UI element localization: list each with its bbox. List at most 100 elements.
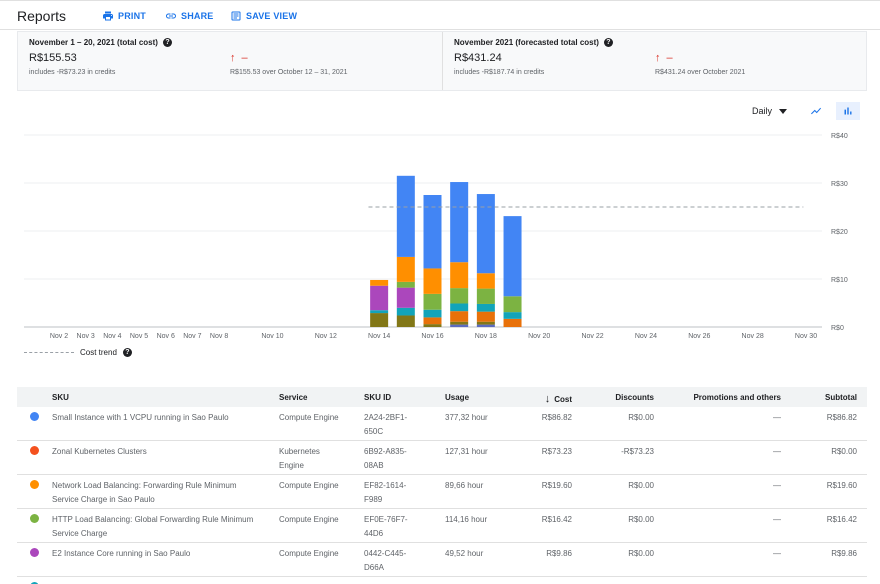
cell-sku: E2 Instance Core running in Sao Paulo — [52, 549, 191, 558]
col-promotions[interactable]: Promotions and others — [693, 393, 781, 402]
series-color-dot — [30, 548, 39, 557]
bar-segment — [476, 303, 495, 312]
report-header: Reports PRINT SHARE SAVE VIEW — [0, 0, 880, 30]
cell-promotions: — — [773, 549, 781, 558]
x-tick-label: Nov 7 — [183, 333, 201, 340]
forecast-cost-card: November 2021 (forecasted total cost) ? … — [443, 32, 867, 90]
cell-promotions: — — [773, 481, 781, 490]
total-cost-value: R$155.53 — [29, 52, 77, 64]
bar-segment — [450, 303, 469, 312]
y-tick-label: R$0 — [831, 325, 844, 332]
forecast-cost-credits: includes -R$187.74 in credits — [454, 69, 545, 76]
col-cost-label: Cost — [554, 394, 572, 404]
cell-promotions: — — [773, 447, 781, 456]
cost-summary: November 1 – 20, 2021 (total cost) ? R$1… — [17, 31, 867, 91]
bar-segment — [503, 216, 522, 297]
cell-usage: 89,66 hour — [445, 481, 484, 490]
bar-chart-icon — [844, 107, 852, 115]
cell-usage: 114,16 hour — [445, 515, 488, 524]
table-row[interactable]: Storage PD Capacity in Sao PauloComputeD… — [17, 577, 867, 584]
bar-segment — [450, 311, 469, 322]
col-subtotal[interactable]: Subtotal — [825, 393, 857, 402]
y-tick-label: R$10 — [831, 277, 848, 284]
x-tick-label: Nov 14 — [368, 333, 390, 340]
col-sku[interactable]: SKU — [52, 393, 262, 402]
y-tick-label: R$20 — [831, 229, 848, 236]
bar-segment — [370, 279, 389, 286]
series-color-dot — [30, 412, 39, 421]
cell-cost: R$9.86 — [546, 549, 572, 558]
x-tick-label: Nov 26 — [688, 333, 710, 340]
total-cost-card: November 1 – 20, 2021 (total cost) ? R$1… — [18, 32, 443, 90]
dashed-line-icon — [24, 352, 74, 353]
forecast-cost-label-text: November 2021 (forecasted total cost) — [454, 38, 599, 47]
bar-segment — [450, 324, 469, 327]
cell-service: Kubernetes Engine — [279, 447, 320, 470]
cell-discounts: R$0.00 — [628, 481, 654, 490]
x-tick-label: Nov 10 — [261, 333, 283, 340]
help-icon[interactable]: ? — [162, 38, 172, 47]
series-color-dot — [30, 480, 39, 489]
cell-sku-id: 6B92-A835-08AB — [364, 447, 407, 470]
col-cost[interactable]: ↓ Cost — [545, 393, 572, 405]
print-button[interactable]: PRINT — [102, 10, 146, 22]
cost-trend-label: Cost trend — [80, 348, 117, 357]
bar-segment — [396, 256, 415, 282]
bar-segment — [450, 288, 469, 304]
page-title: Reports — [17, 8, 67, 24]
bar-segment — [476, 273, 495, 289]
x-tick-label: Nov 5 — [130, 333, 148, 340]
col-service[interactable]: Service — [279, 393, 339, 402]
bar-segment — [423, 195, 442, 269]
cell-sku: HTTP Load Balancing: Global Forwarding R… — [52, 515, 254, 538]
col-usage[interactable]: Usage — [445, 393, 469, 402]
bar-segment — [503, 312, 522, 319]
help-icon[interactable]: ? — [122, 348, 132, 357]
x-tick-label: Nov 20 — [528, 333, 550, 340]
cell-usage: 377,32 hour — [445, 413, 488, 422]
cell-discounts: R$0.00 — [628, 515, 654, 524]
cell-promotions: — — [773, 515, 781, 524]
table-row[interactable]: Zonal Kubernetes Clusters Kubernetes Engi… — [17, 441, 867, 475]
bar-chart-toggle[interactable] — [836, 102, 860, 120]
x-tick-label: Nov 6 — [157, 333, 175, 340]
save-view-label: SAVE VIEW — [246, 11, 298, 21]
cell-usage: 49,52 hour — [445, 549, 484, 558]
line-chart-toggle[interactable] — [804, 102, 828, 120]
table-row[interactable]: E2 Instance Core running in Sao Paulo Com… — [17, 543, 867, 577]
col-sku-id[interactable]: SKU ID — [364, 393, 424, 402]
table-row[interactable]: Small Instance with 1 VCPU running in Sa… — [17, 407, 867, 441]
cell-sku: Small Instance with 1 VCPU running in Sa… — [52, 413, 229, 422]
total-cost-label: November 1 – 20, 2021 (total cost) ? — [29, 38, 172, 47]
arrow-up-icon: ↑ — [230, 52, 236, 64]
cell-cost: R$19.60 — [541, 481, 572, 490]
cell-discounts: -R$73.23 — [621, 447, 654, 456]
bar-segment — [423, 309, 442, 318]
bar-segment — [396, 175, 415, 257]
x-tick-label: Nov 16 — [421, 333, 443, 340]
help-icon[interactable]: ? — [603, 38, 613, 47]
total-cost-credits: includes -R$73.23 in credits — [29, 69, 116, 76]
cell-service: Compute Engine — [279, 413, 339, 422]
save-view-button[interactable]: SAVE VIEW — [230, 10, 297, 22]
cell-discounts: R$0.00 — [628, 413, 654, 422]
table-row[interactable]: HTTP Load Balancing: Global Forwarding R… — [17, 509, 867, 543]
bar-segment — [423, 317, 442, 325]
x-tick-label: Nov 12 — [315, 333, 337, 340]
bar-segment — [450, 321, 469, 325]
cell-service: Compute Engine — [279, 549, 339, 558]
granularity-dropdown[interactable]: Daily — [752, 106, 788, 116]
cell-cost: R$86.82 — [541, 413, 572, 422]
cell-service: Compute Engine — [279, 481, 339, 490]
share-button[interactable]: SHARE — [165, 10, 214, 22]
bar-segment — [396, 287, 415, 308]
total-cost-trend-value: – — [241, 52, 248, 64]
dropdown-arrow-icon — [779, 108, 788, 114]
table-row[interactable]: Network Load Balancing: Forwarding Rule … — [17, 475, 867, 509]
cell-sku-id: 2A24-2BF1-650C — [364, 413, 408, 436]
bar-segment — [450, 182, 469, 263]
cell-promotions: — — [773, 413, 781, 422]
col-discounts[interactable]: Discounts — [615, 393, 654, 402]
x-tick-label: Nov 4 — [103, 333, 121, 340]
x-tick-label: Nov 28 — [742, 333, 764, 340]
